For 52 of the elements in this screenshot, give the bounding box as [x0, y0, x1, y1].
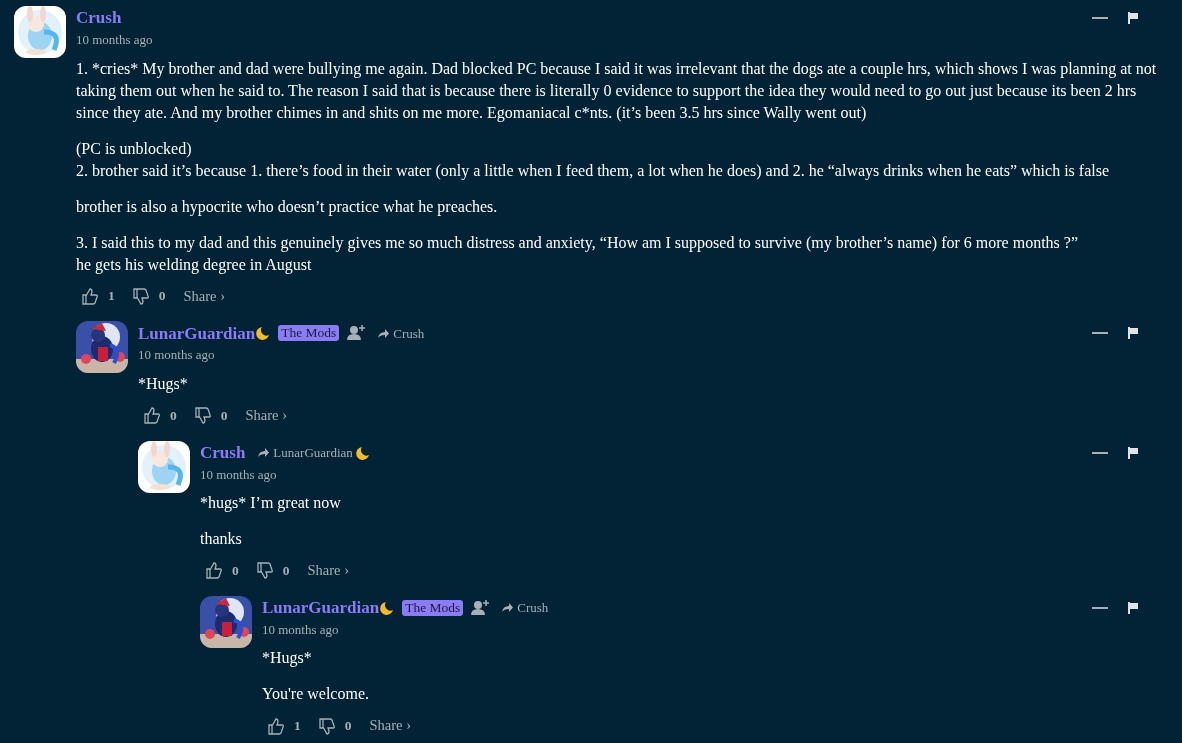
- username-link[interactable]: LunarGuardian: [262, 595, 380, 621]
- timestamp: 10 months ago: [200, 465, 278, 484]
- share-link[interactable]: Share ›: [369, 715, 411, 737]
- upvote-button[interactable]: [144, 407, 160, 425]
- role-tag: The Mods: [278, 325, 340, 342]
- username-link[interactable]: LunarGuardian: [138, 320, 256, 346]
- role-tag: The Mods: [402, 599, 464, 616]
- downvote-button[interactable]: [132, 287, 149, 305]
- share-link[interactable]: Share ›: [245, 404, 287, 427]
- downvote-button[interactable]: [256, 562, 273, 580]
- downvote-button[interactable]: [318, 717, 335, 735]
- share-link[interactable]: Share ›: [307, 560, 349, 582]
- reply-to-link[interactable]: Crush: [377, 323, 425, 343]
- upvote-count: 1: [108, 287, 115, 306]
- upvote-count: 0: [232, 561, 239, 580]
- add-user-icon[interactable]: [347, 325, 366, 342]
- comment-text: *Hugs*: [138, 373, 189, 395]
- downvote-button[interactable]: [194, 407, 211, 425]
- downvote-count: 0: [220, 406, 228, 425]
- comment-text: *Hugs*: [262, 648, 313, 669]
- reply-to-link[interactable]: LunarGuardian: [257, 442, 370, 463]
- reply-to-link[interactable]: Crush: [501, 598, 549, 618]
- upvote-button[interactable]: [268, 717, 284, 735]
- comment-text: thanks: [200, 529, 243, 549]
- downvote-count: 0: [158, 287, 166, 306]
- upvote-button[interactable]: [206, 562, 222, 580]
- upvote-button[interactable]: [82, 287, 98, 305]
- upvote-count: 1: [294, 717, 301, 735]
- comment-text: *hugs* I’m great now: [200, 493, 342, 514]
- comment-text: You're welcome.: [262, 684, 370, 705]
- downvote-count: 0: [344, 717, 352, 735]
- add-user-icon[interactable]: [471, 599, 490, 616]
- comment-text: brother is also a hypocrite who doesn’t practice what he preaches.: [76, 196, 499, 218]
- downvote-count: 0: [282, 561, 290, 580]
- comment-text: (PC is unblocked) 2. brother said it’s because 1. there’s food in their water (only a little when I feed them, a lot when he does) and 2. he “always drinks when he eats” which is false: [76, 138, 1110, 182]
- reply-arrow-icon: [377, 327, 391, 339]
- comment-text: 1. *cries* My brother and dad were bullying me again. Dad blocked PC because I said it was irrelevant that the dogs ate a couple hrs, which shows I was planning at not taking them out when he said to. The reason I said that is because there is literally 0 evidence to support the idea they would need to go out just because its been 2 hrs since they ate. And my brother chimes in and shits on me more. Egomaniacal c*nts. (it’s been 3.5 hrs since Wally went out): [76, 58, 1158, 124]
- flag-button[interactable]: [1128, 446, 1138, 459]
- upvote-count: 0: [170, 406, 177, 425]
- collapse-button[interactable]: [1092, 16, 1108, 20]
- flag-button[interactable]: [1128, 12, 1138, 24]
- reply-arrow-icon: [501, 602, 515, 614]
- timestamp: 10 months ago: [262, 620, 340, 639]
- timestamp: 10 months ago: [76, 31, 154, 49]
- username-link[interactable]: Crush: [200, 439, 246, 466]
- username-link[interactable]: Crush: [76, 5, 122, 31]
- comment-text: 3. I said this to my dad and this genuinely gives me so much distress and anxiety, “How am I supposed to survive (my brother’s name) for 6 more months ?” he gets his welding degree in August: [76, 232, 1080, 276]
- timestamp: 10 months ago: [138, 346, 216, 365]
- flag-button[interactable]: [1128, 327, 1138, 340]
- reply-arrow-icon: [257, 447, 271, 458]
- share-link[interactable]: Share ›: [183, 285, 225, 308]
- flag-button[interactable]: [1128, 601, 1138, 614]
